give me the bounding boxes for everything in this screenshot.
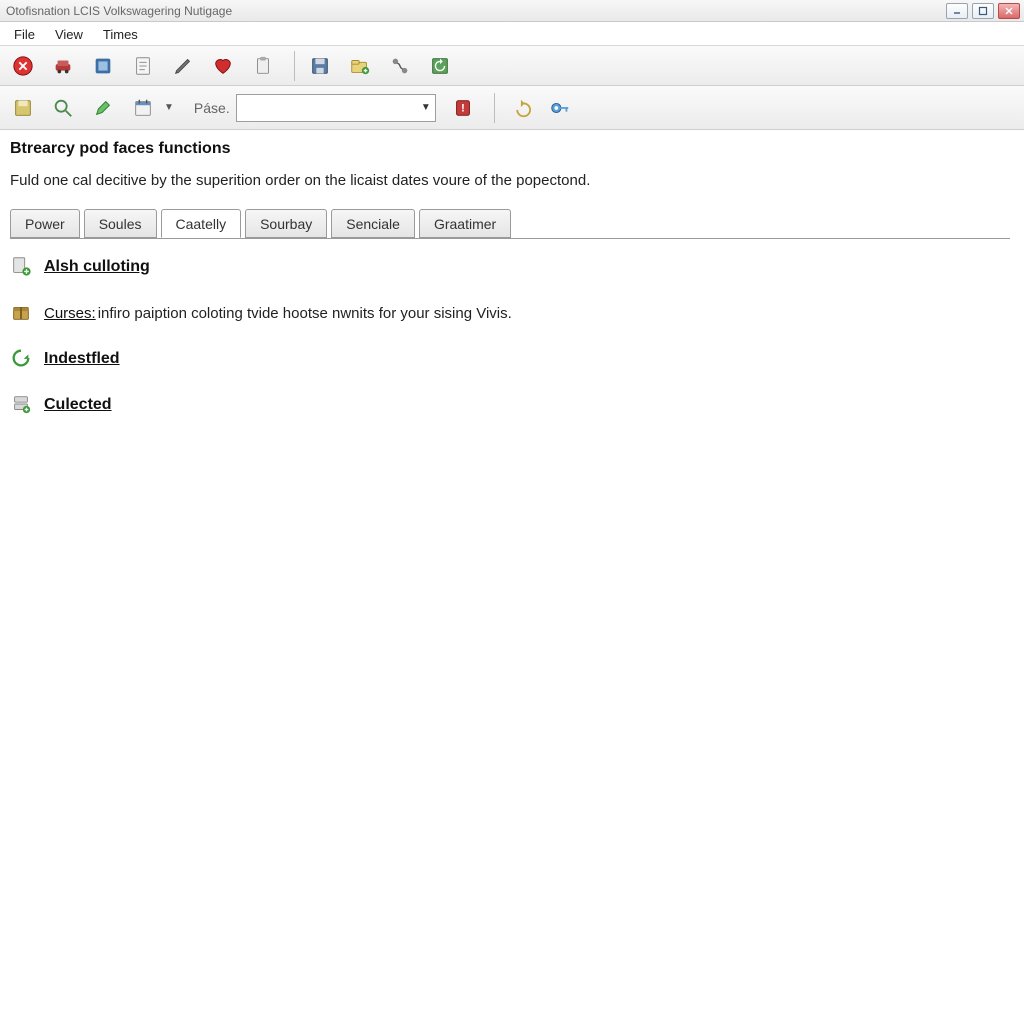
item-prefix: Curses: — [44, 305, 96, 322]
item-label: Culected — [44, 396, 112, 414]
item-label: Indestfled — [44, 350, 120, 368]
menu-bar: File View Times — [0, 22, 1024, 46]
save-disk-icon[interactable] — [303, 49, 337, 83]
window-controls — [946, 3, 1020, 19]
page-title: Btrearcy pod faces functions — [10, 140, 1010, 158]
calendar-dropdown-arrow[interactable]: ▼ — [164, 102, 174, 113]
tab-soules[interactable]: Soules — [84, 209, 157, 238]
chevron-down-icon: ▼ — [421, 102, 431, 113]
tab-sourbay[interactable]: Sourbay — [245, 209, 327, 238]
close-round-icon[interactable] — [6, 49, 40, 83]
alert-red-icon[interactable]: ! — [446, 91, 480, 125]
close-button[interactable] — [998, 3, 1020, 19]
module-icon[interactable] — [86, 49, 120, 83]
heart-icon[interactable] — [206, 49, 240, 83]
refresh-disk-icon[interactable] — [423, 49, 457, 83]
server-icon — [10, 393, 34, 417]
maximize-button[interactable] — [972, 3, 994, 19]
toolbar-separator — [294, 51, 295, 81]
item-tail: infiro paiption coloting tvide hootse nw… — [98, 305, 512, 322]
car-icon[interactable] — [46, 49, 80, 83]
page-combo[interactable]: ▼ — [236, 94, 436, 122]
tab-graatimer[interactable]: Graatimer — [419, 209, 511, 238]
disk-icon[interactable] — [6, 91, 40, 125]
recycle-icon — [10, 347, 34, 371]
minimize-button[interactable] — [946, 3, 968, 19]
combo-label: Páse. — [194, 100, 230, 116]
item-alsh-culloting[interactable]: Alsh culloting — [10, 255, 1010, 279]
folder-plus-icon[interactable] — [343, 49, 377, 83]
window-title: Otofisnation LCIS Volkswagering Nutigage — [6, 4, 232, 18]
document-icon[interactable] — [126, 49, 160, 83]
toolbar-secondary: ▼ Páse. ▼ ! — [0, 86, 1024, 130]
tab-senciale[interactable]: Senciale — [331, 209, 415, 238]
toolbar-separator-2 — [494, 93, 495, 123]
svg-text:!: ! — [461, 102, 465, 114]
key-icon[interactable] — [543, 91, 577, 125]
connector-icon[interactable] — [383, 49, 417, 83]
menu-times[interactable]: Times — [93, 22, 148, 45]
menu-file[interactable]: File — [4, 22, 45, 45]
menu-view[interactable]: View — [45, 22, 93, 45]
toolbar-primary — [0, 46, 1024, 86]
tab-caatelly[interactable]: Caatelly — [161, 209, 242, 238]
book-plus-icon — [10, 255, 34, 279]
content-area: Btrearcy pod faces functions Fuld one ca… — [0, 130, 1024, 417]
undo-arrow-icon[interactable] — [503, 91, 537, 125]
item-indestfled[interactable]: Indestfled — [10, 347, 1010, 371]
pencil-icon[interactable] — [166, 49, 200, 83]
page-description: Fuld one cal decitive by the superition … — [10, 172, 1010, 189]
highlighter-icon[interactable] — [86, 91, 120, 125]
tab-strip: Power Soules Caatelly Sourbay Senciale G… — [10, 209, 1010, 239]
magnifier-icon[interactable] — [46, 91, 80, 125]
calendar-icon[interactable] — [126, 91, 160, 125]
package-icon — [10, 301, 34, 325]
clipboard-icon[interactable] — [246, 49, 280, 83]
tab-power[interactable]: Power — [10, 209, 80, 238]
title-bar: Otofisnation LCIS Volkswagering Nutigage — [0, 0, 1024, 22]
item-curses[interactable]: Curses: infiro paiption coloting tvide h… — [10, 301, 1010, 325]
item-culected[interactable]: Culected — [10, 393, 1010, 417]
item-label: Alsh culloting — [44, 258, 150, 276]
